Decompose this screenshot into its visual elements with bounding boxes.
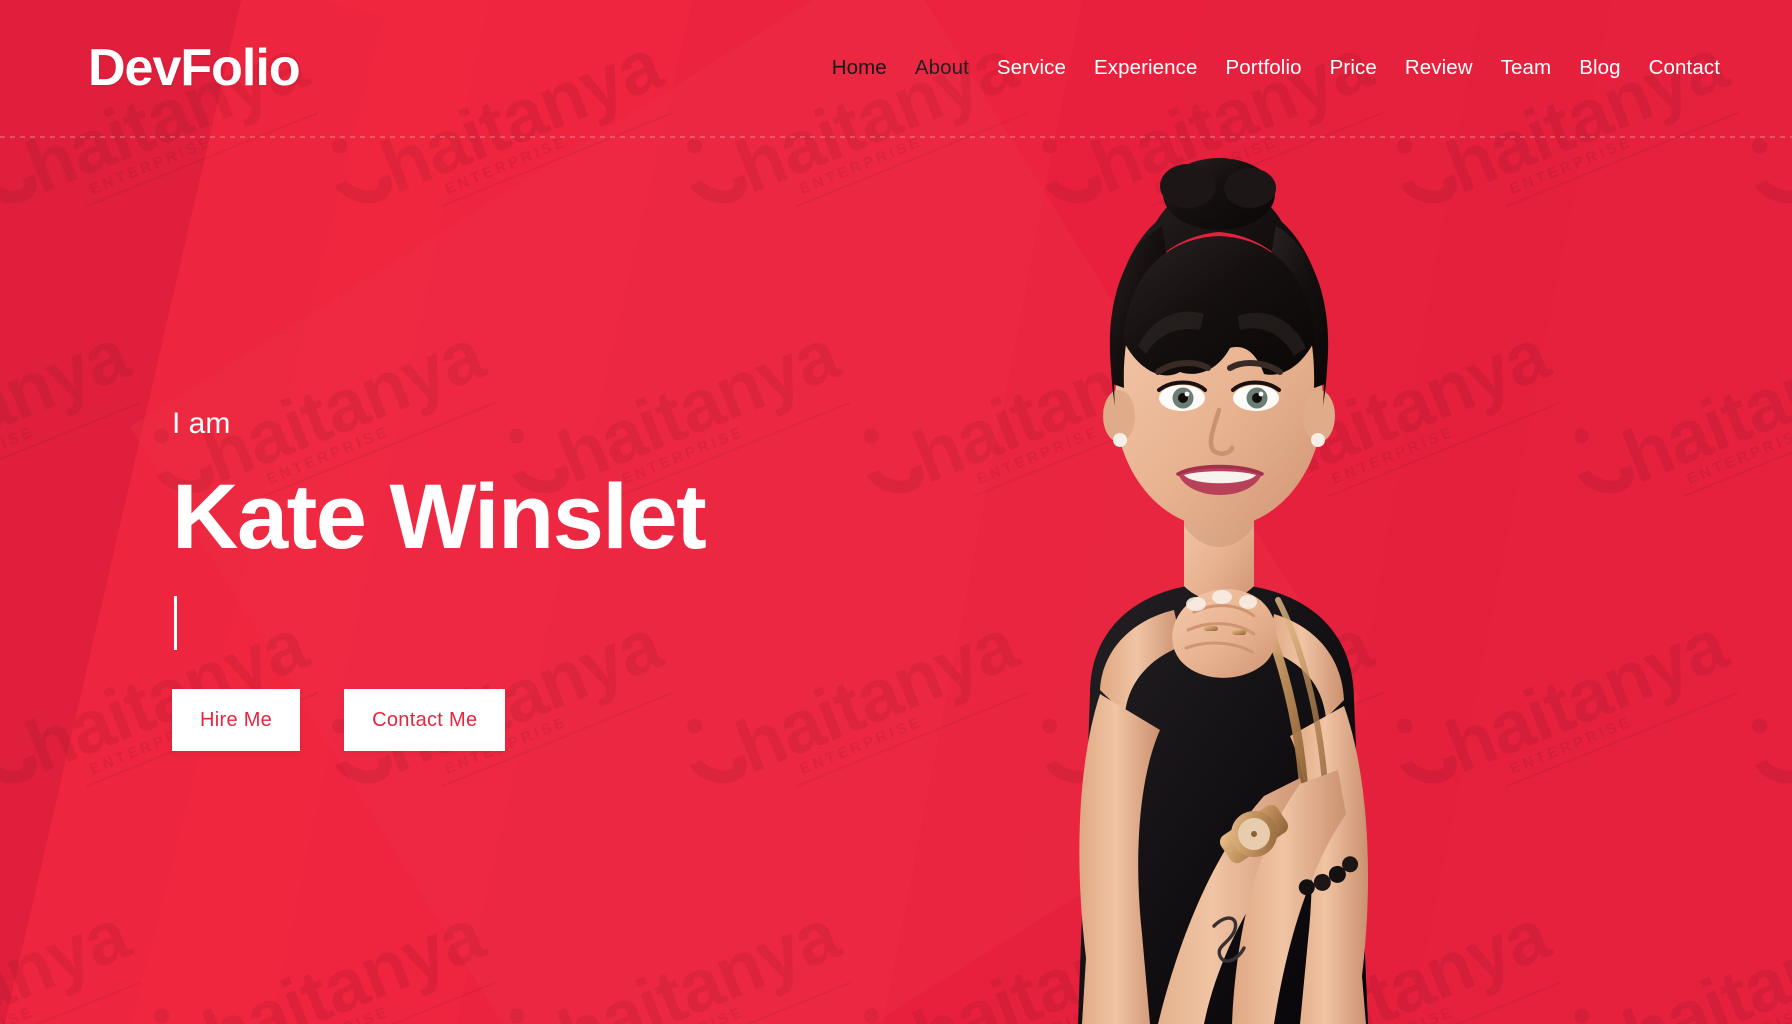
typing-cursor-icon [174, 596, 177, 651]
nav-item-review[interactable]: Review [1405, 56, 1473, 80]
brand-logo[interactable]: DevFolio [88, 42, 301, 94]
nav-item-about[interactable]: About [915, 56, 969, 80]
hero-name-heading: Kate Winslet [172, 465, 707, 568]
nav-item-experience[interactable]: Experience [1094, 56, 1198, 80]
nav-item-service[interactable]: Service [997, 56, 1066, 80]
page-root: haitanya ENTERPRISE haitanya ENTERPRISE hait… [0, 0, 1792, 1024]
hire-me-button[interactable]: Hire Me [172, 689, 301, 752]
nav-item-contact[interactable]: Contact [1649, 56, 1720, 80]
hero-action-buttons: Hire Me Contact Me [172, 689, 1000, 752]
hero-section: I am Kate Winslet Hire Me Contact Me [0, 136, 1000, 1024]
nav-item-team[interactable]: Team [1501, 56, 1552, 80]
background-band [1246, 0, 1792, 1024]
header-divider [0, 136, 1792, 138]
hero-typed-line [172, 591, 1000, 655]
main-navigation: Home About Service Experience Portfolio Price… [832, 56, 1720, 80]
site-header: DevFolio Home About Service Experience Portf… [0, 0, 1792, 136]
contact-me-button[interactable]: Contact Me [344, 689, 506, 752]
nav-item-portfolio[interactable]: Portfolio [1226, 56, 1302, 80]
nav-item-price[interactable]: Price [1330, 56, 1377, 80]
hero-intro-text: I am [172, 406, 231, 440]
nav-item-blog[interactable]: Blog [1579, 56, 1620, 80]
nav-item-home[interactable]: Home [832, 56, 887, 80]
